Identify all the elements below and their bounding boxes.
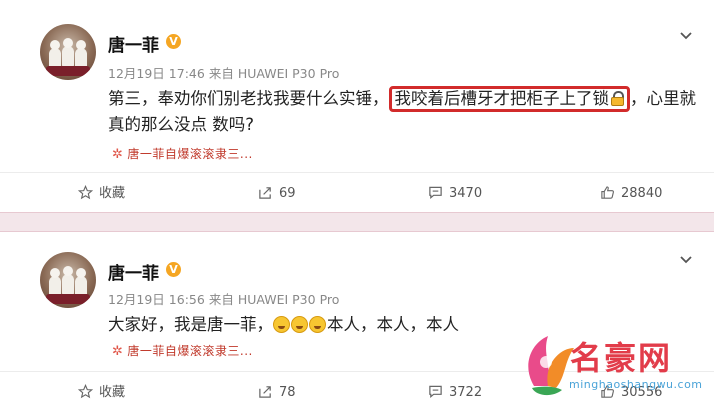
post-time: 17:46	[168, 66, 205, 81]
post-meta: 12月19日 17:46 来自 HUAWEI P30 Pro	[108, 63, 339, 82]
comment-icon	[429, 385, 442, 398]
chevron-down-icon[interactable]	[680, 254, 692, 266]
comment-count: 3722	[449, 385, 483, 400]
text-before: 大家好，我是唐一菲，	[108, 315, 273, 334]
device-name: HUAWEI P30 Pro	[237, 292, 340, 307]
like-count: 28840	[621, 186, 663, 201]
highlighted-text: 我咬着后槽牙才把柜子上了锁	[388, 86, 630, 112]
repost-source-label: 唐一菲自爆滚滚隶三...	[127, 147, 253, 161]
avatar[interactable]	[40, 24, 96, 80]
star-icon	[78, 185, 93, 200]
repost-button[interactable]: 69	[258, 173, 296, 215]
chevron-down-icon[interactable]	[680, 30, 692, 42]
thumbs-up-icon	[601, 186, 614, 199]
device-name: HUAWEI P30 Pro	[237, 66, 340, 81]
author-name[interactable]: 唐一菲	[108, 31, 159, 56]
from-label: 来自	[208, 66, 234, 81]
star-icon	[78, 384, 93, 399]
text-before: 第三，奉劝你们别老找我要什么实锤，	[108, 89, 389, 108]
repost-source-label: 唐一菲自爆滚滚隶三...	[127, 344, 253, 358]
comment-button[interactable]: 3722	[428, 372, 482, 414]
favorite-button[interactable]: 收藏	[78, 372, 125, 414]
post-text: 第三，奉劝你们别老找我要什么实锤， 我咬着后槽牙才把柜子上了锁 ，心里就真的那么没点…	[108, 86, 698, 138]
verified-badge-icon: V	[166, 262, 181, 277]
like-button[interactable]: 28840	[600, 173, 662, 215]
text-after: 本人，本人，本人	[327, 315, 459, 334]
favorite-label: 收藏	[99, 186, 126, 201]
lock-emoji-icon	[611, 91, 624, 106]
action-bar: 收藏 69 3470 28840	[0, 172, 714, 215]
avatar[interactable]	[40, 252, 96, 308]
comment-icon	[429, 186, 442, 199]
verified-badge-icon: V	[166, 34, 181, 49]
emoji-icon	[309, 316, 326, 333]
post-date: 12月19日	[108, 292, 165, 307]
author-name[interactable]: 唐一菲	[108, 259, 159, 284]
flower-icon: ✲	[112, 344, 124, 359]
post-meta: 12月19日 16:56 来自 HUAWEI P30 Pro	[108, 289, 339, 308]
comment-count: 3470	[449, 186, 483, 201]
comment-button[interactable]: 3470	[428, 173, 482, 215]
flower-icon: ✲	[112, 147, 124, 162]
highlighted-text-label: 我咬着后槽牙才把柜子上了锁	[394, 89, 610, 108]
from-label: 来自	[208, 292, 234, 307]
repost-source-link[interactable]: ✲ 唐一菲自爆滚滚隶三...	[112, 145, 253, 162]
favorite-label: 收藏	[99, 385, 126, 400]
post-divider	[0, 212, 714, 232]
repost-source-link[interactable]: ✲ 唐一菲自爆滚滚隶三...	[112, 342, 253, 359]
favorite-button[interactable]: 收藏	[78, 173, 125, 215]
watermark-url: minghaoshangwu.com	[569, 378, 703, 391]
share-icon	[259, 386, 271, 398]
weibo-post-1: 唐一菲 V 12月19日 17:46 来自 HUAWEI P30 Pro 第三，…	[0, 0, 714, 212]
repost-button[interactable]: 78	[258, 372, 296, 414]
emoji-icon	[273, 316, 290, 333]
emoji-icon	[291, 316, 308, 333]
watermark-name: 名豪网	[570, 339, 673, 377]
share-icon	[259, 187, 271, 199]
post-time: 16:56	[168, 292, 205, 307]
repost-count: 78	[279, 385, 296, 400]
repost-count: 69	[279, 186, 296, 201]
post-date: 12月19日	[108, 66, 165, 81]
